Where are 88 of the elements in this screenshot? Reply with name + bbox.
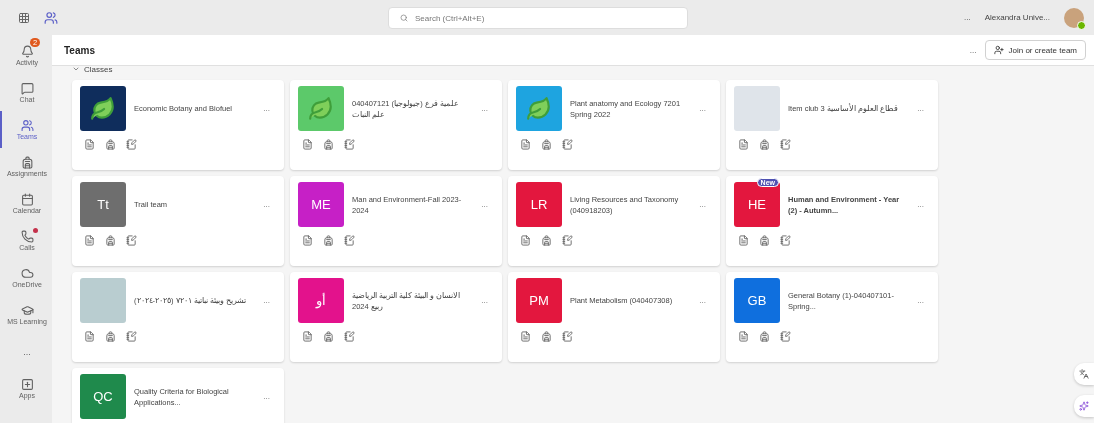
team-initials: ME [311,197,331,212]
backpack-icon[interactable] [541,331,552,342]
team-initials: أو [316,293,326,308]
more-button[interactable]: ... [911,104,930,113]
document-icon[interactable] [84,139,95,150]
backpack-icon[interactable] [105,331,116,342]
leaf-icon [526,95,552,122]
document-icon[interactable] [738,331,749,342]
sparkle-icon [1079,401,1089,411]
notebook-icon[interactable] [780,139,791,150]
document-icon[interactable] [520,235,531,246]
more-button[interactable]: ... [257,392,276,401]
team-initials: LR [530,197,548,212]
document-icon[interactable] [302,139,313,150]
notebook-icon[interactable] [126,139,137,150]
more-button[interactable]: ... [475,200,494,209]
more-button[interactable]: ... [693,200,712,209]
notebook-icon[interactable] [780,331,791,342]
more-button[interactable]: ... [475,296,494,305]
teams-logo-icon [44,10,58,25]
rail-item[interactable]: ... [0,333,52,370]
document-icon[interactable] [302,331,313,342]
translate-button[interactable] [1074,363,1094,385]
team-initials: GB [747,293,767,308]
more-button[interactable]: ... [963,13,971,22]
more-button[interactable]: ... [911,296,930,305]
backpack-icon[interactable] [541,139,552,150]
user-name[interactable]: Alexandra Unive... [984,13,1050,22]
document-icon[interactable] [302,235,313,246]
more-button[interactable]: ... [969,45,977,55]
search-icon [400,13,408,22]
people-icon [20,119,34,132]
presence-dot [1077,20,1086,30]
document-icon[interactable] [520,139,531,150]
notebook-icon[interactable] [344,235,355,246]
more-button[interactable]: ... [257,296,276,305]
cap-icon [20,304,34,317]
notebook-icon[interactable] [780,235,791,246]
translate-icon [1079,369,1089,379]
backpack-icon[interactable] [759,331,770,342]
notebook-icon[interactable] [562,139,573,150]
document-icon[interactable] [520,331,531,342]
backpack-icon[interactable] [323,331,334,342]
people-add-icon [993,45,1004,55]
chevron-icon [72,66,80,73]
more-button[interactable]: ... [693,104,712,113]
document-icon[interactable] [84,331,95,342]
more-button[interactable]: ... [257,200,276,209]
leaf-icon [90,95,116,122]
team-initials: QC [93,389,113,404]
app-launcher-icon[interactable] [18,11,30,24]
cloud-icon [20,267,34,280]
team-initials: Tt [97,197,109,212]
backpack-icon[interactable] [323,139,334,150]
section-toggle[interactable]: Classes [72,66,1094,76]
backpack-icon[interactable] [105,139,116,150]
more-button[interactable]: ... [693,296,712,305]
backpack-icon[interactable] [541,235,552,246]
notebook-icon[interactable] [562,235,573,246]
notebook-icon[interactable] [126,235,137,246]
team-initials: HE [747,197,767,212]
page-title: Teams [64,44,95,56]
notebook-icon[interactable] [562,331,573,342]
more-button[interactable]: ... [911,200,930,209]
rail-label: ... [23,346,31,357]
notebook-icon[interactable] [126,331,137,342]
join-create-team-button[interactable]: Join or create team [984,40,1086,60]
leaf-icon [308,95,334,122]
document-icon[interactable] [738,139,749,150]
more-button[interactable]: ... [257,104,276,113]
notebook-icon[interactable] [344,139,355,150]
backpack-icon [20,156,34,169]
copilot-button[interactable] [1074,395,1094,417]
team-initials: PM [529,293,549,308]
backpack-icon[interactable] [759,139,770,150]
bell-icon [20,45,34,58]
backpack-icon[interactable] [759,235,770,246]
plus-icon [20,378,34,391]
phone-icon [20,230,34,243]
search-field[interactable]: Search (Ctrl+Alt+E) [388,7,688,29]
document-icon[interactable] [738,235,749,246]
document-icon[interactable] [84,235,95,246]
notebook-icon[interactable] [344,331,355,342]
chat-icon [20,82,34,95]
more-button[interactable]: ... [475,104,494,113]
calendar-icon [20,193,34,206]
backpack-icon[interactable] [323,235,334,246]
backpack-icon[interactable] [105,235,116,246]
